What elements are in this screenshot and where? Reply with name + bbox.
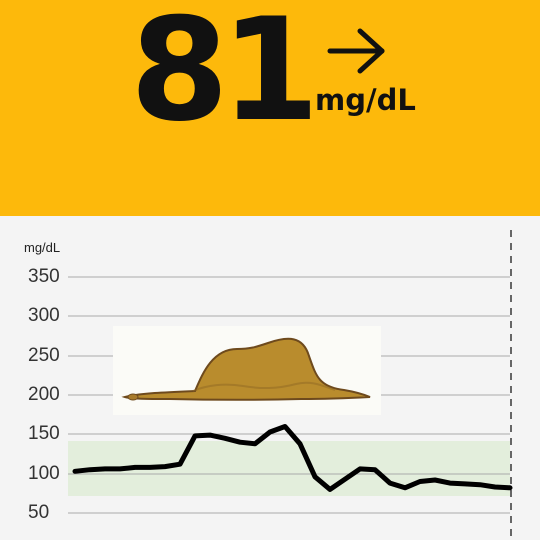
y-tick-350: 350 [28, 266, 60, 287]
y-tick-300: 300 [28, 305, 60, 326]
y-tick-150: 150 [28, 423, 60, 444]
hat-or-elephant-drawing [113, 326, 381, 415]
y-tick-100: 100 [28, 463, 60, 484]
glucose-screen: 81 mg/dL mg/dL 350 300 250 200 150 100 5… [0, 0, 540, 540]
hat-or-elephant-drawing-icon [121, 337, 371, 401]
chart-unit-label: mg/dL [24, 240, 61, 255]
right-arrow-icon [327, 28, 385, 74]
y-tick-250: 250 [28, 345, 60, 366]
y-tick-50: 50 [28, 502, 50, 523]
current-glucose-header: 81 mg/dL [0, 0, 540, 216]
glucose-unit: mg/dL [315, 83, 416, 117]
glucose-value: 81 [130, 0, 320, 153]
y-tick-200: 200 [28, 384, 60, 405]
